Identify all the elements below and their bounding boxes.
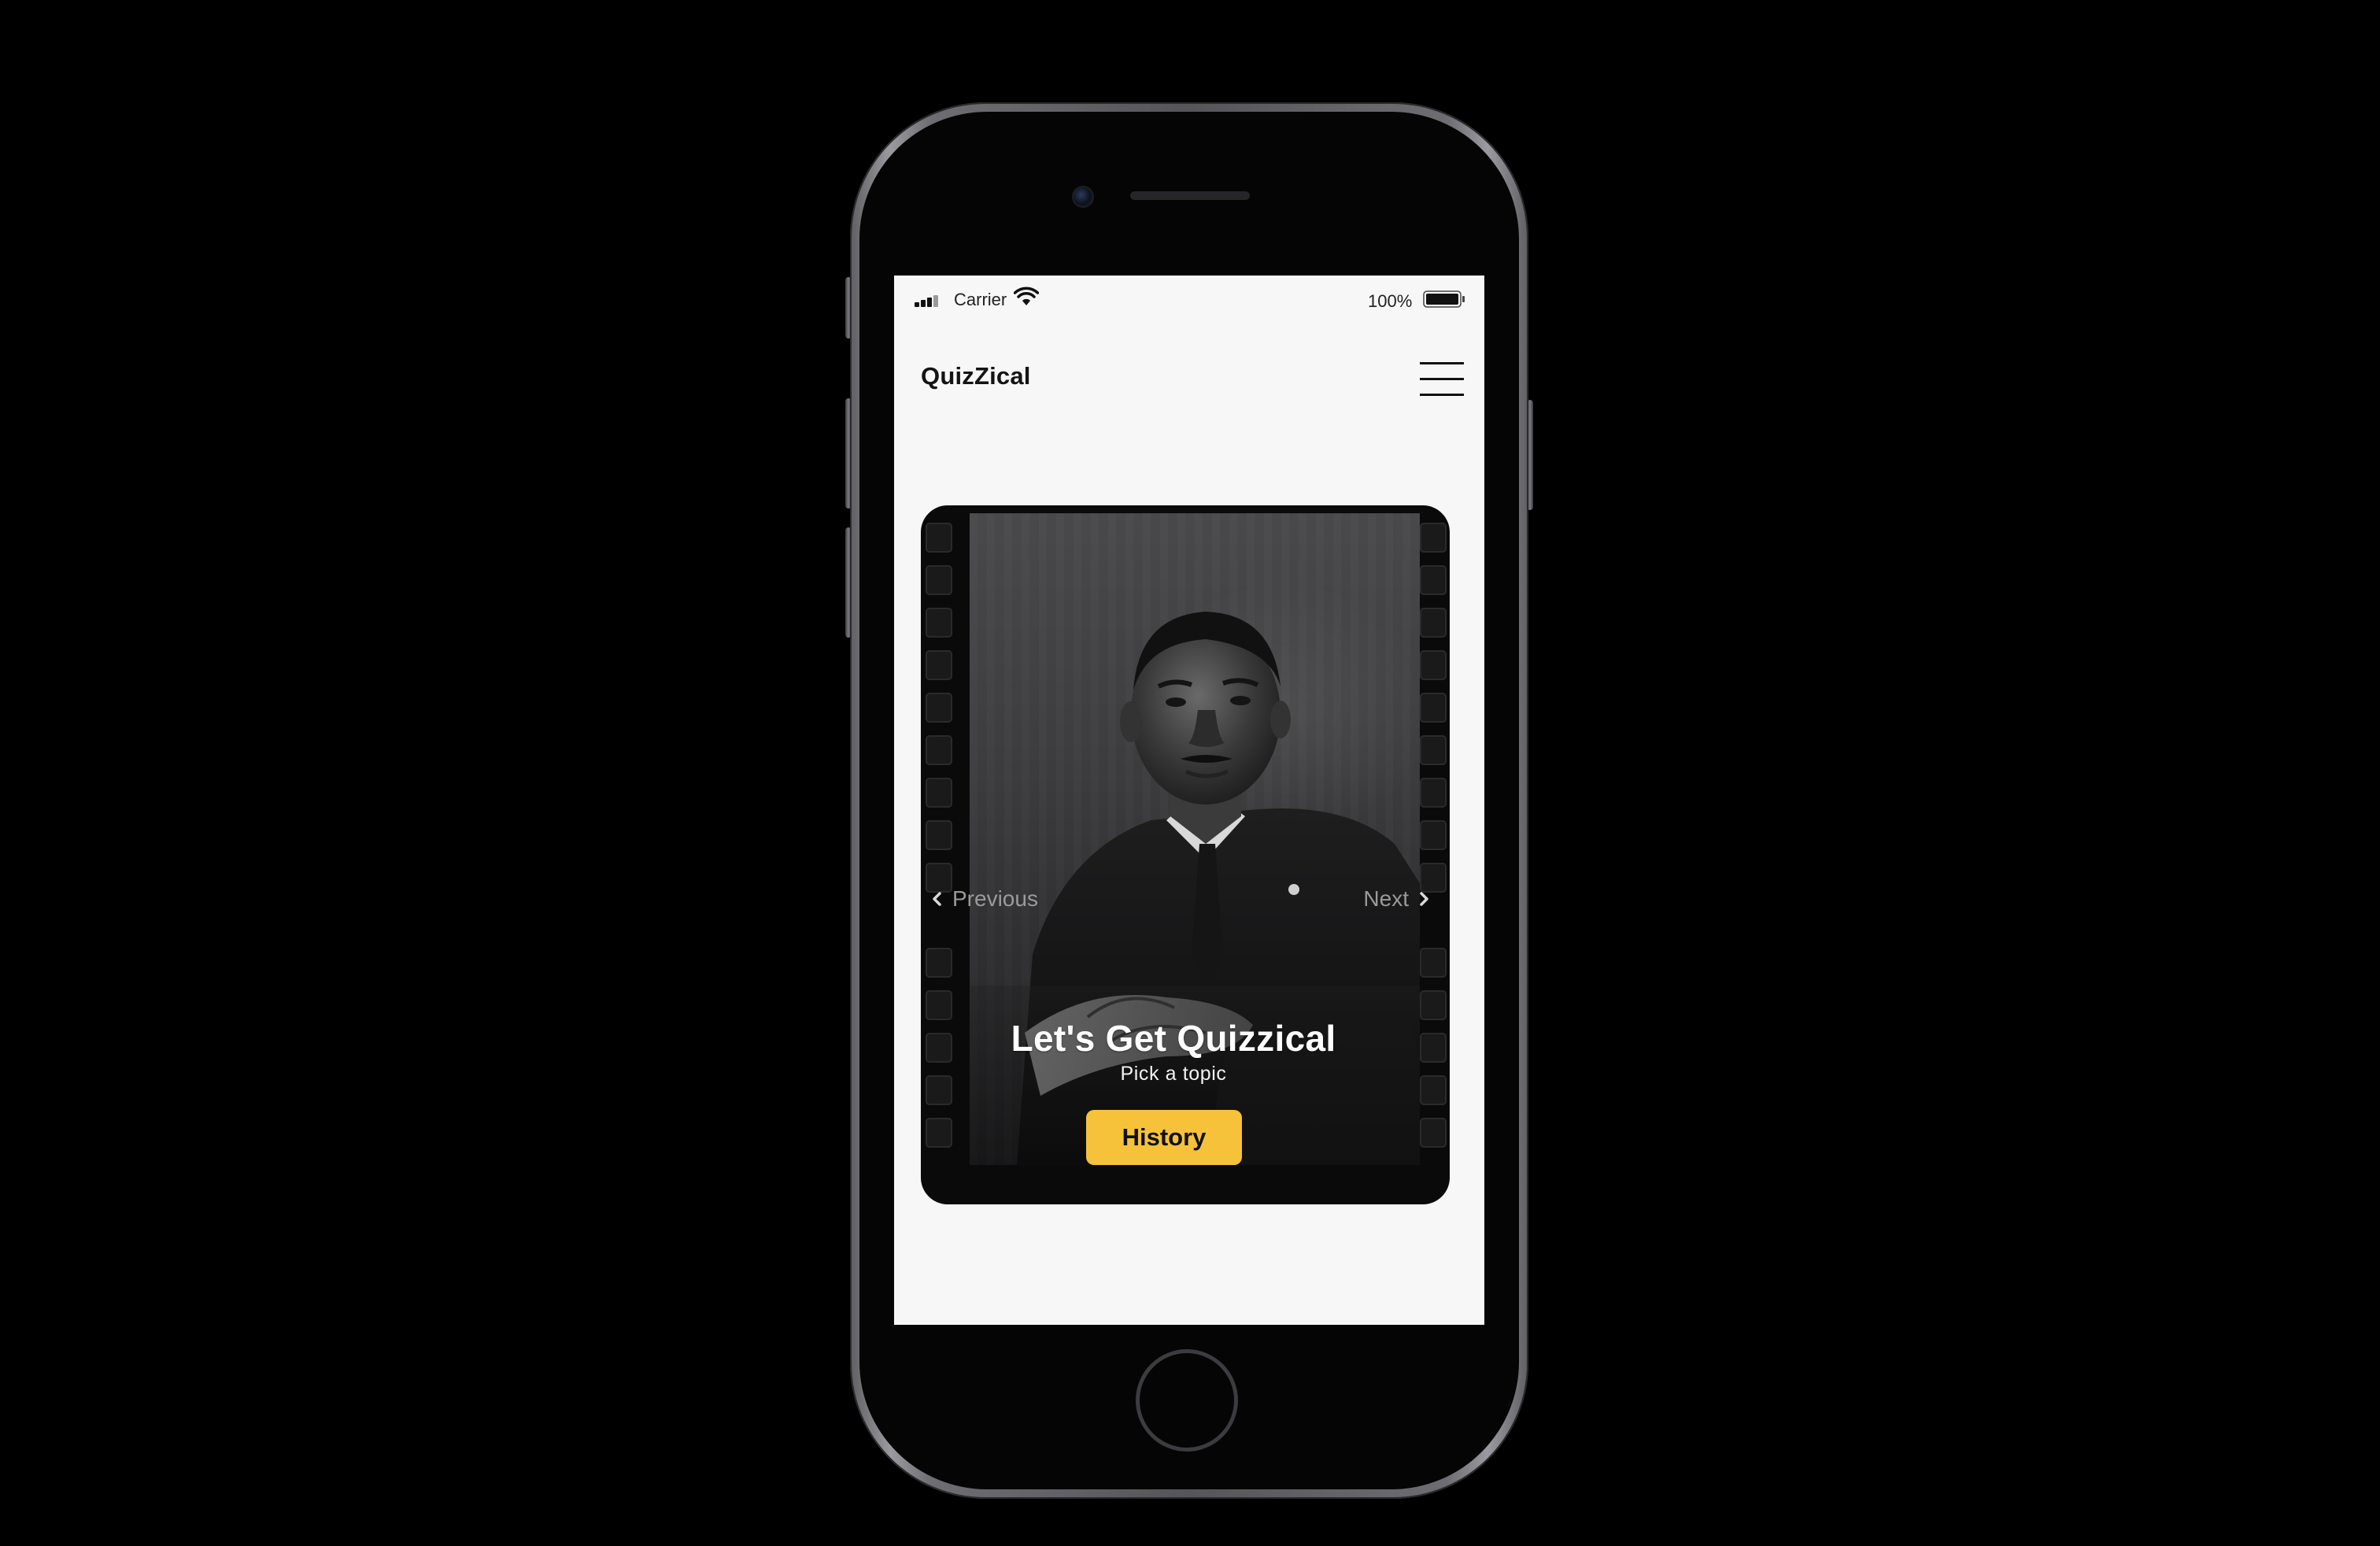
chevron-right-icon (1420, 892, 1428, 906)
home-button[interactable] (1136, 1349, 1238, 1452)
history-topic-button[interactable]: History (1086, 1110, 1242, 1165)
app-header: QuizZical (894, 346, 1484, 409)
card-headline: Let's Get Quizzical (1011, 1018, 1336, 1059)
next-label: Next (1363, 886, 1409, 911)
next-button[interactable]: Next (1358, 883, 1434, 915)
previous-button[interactable]: Previous (927, 883, 1043, 915)
battery-icon (1423, 290, 1465, 308)
chevron-left-icon (933, 892, 941, 906)
earpiece-speaker (1130, 191, 1250, 200)
carrier-label: Carrier (954, 290, 1007, 309)
film-sprockets-right (1415, 505, 1450, 1204)
wifi-icon (1014, 287, 1039, 305)
topic-card: Previous Next Let's Get Quizzical Pick a… (921, 505, 1450, 1204)
front-camera (1072, 186, 1094, 208)
battery-percentage: 100% (1368, 291, 1413, 311)
stage: Carrier 100% QuizZical Previous Next Let… (0, 0, 2380, 1546)
app-title: QuizZical (921, 362, 1031, 390)
phone-screen: Carrier 100% QuizZical Previous Next Let… (894, 276, 1484, 1325)
hamburger-menu-icon[interactable] (1420, 362, 1464, 397)
film-sprockets-left (921, 505, 955, 1204)
card-caption: Let's Get Quizzical Pick a topic (921, 1017, 1426, 1086)
status-bar: Carrier 100% (894, 276, 1484, 323)
card-subline: Pick a topic (1120, 1063, 1227, 1085)
previous-label: Previous (952, 886, 1038, 911)
signal-strength-icon (915, 294, 943, 307)
